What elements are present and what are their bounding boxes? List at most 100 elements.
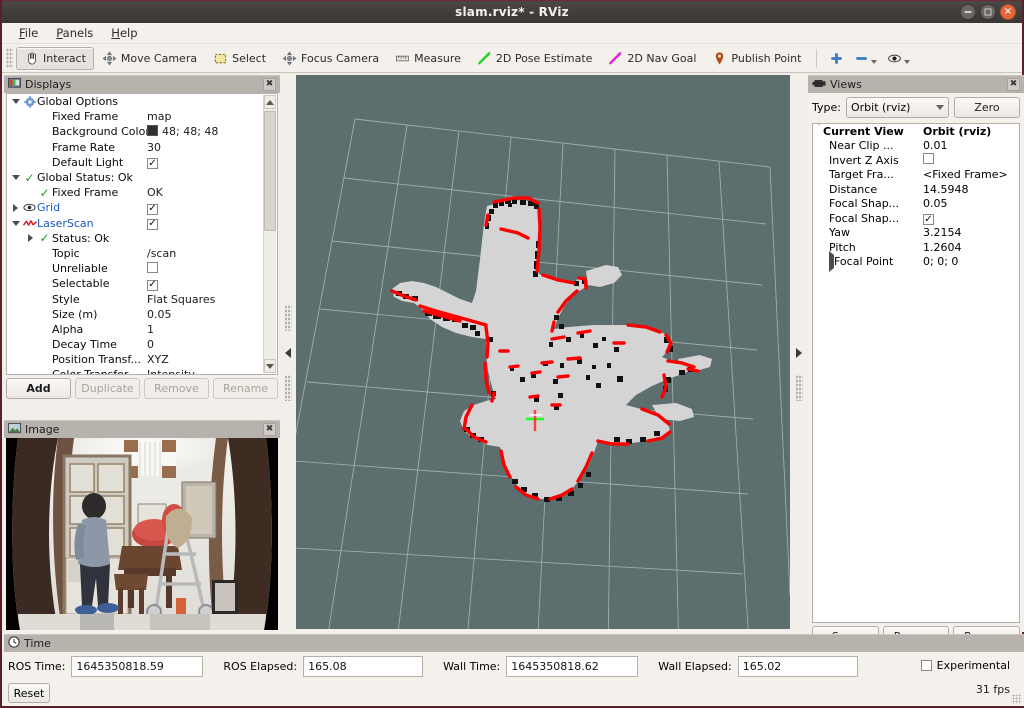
row-checkbox-checked[interactable]: ✓	[147, 280, 158, 291]
tool-focus-camera[interactable]: Focus Camera	[274, 47, 387, 70]
displays-row[interactable]: Default Light✓	[7, 155, 277, 170]
displays-row[interactable]: Decay Time0	[7, 337, 277, 352]
color-swatch[interactable]	[147, 125, 158, 136]
time-field-input[interactable]: 165.02	[738, 656, 858, 677]
displays-scroll-thumb[interactable]	[264, 111, 276, 231]
displays-row-value[interactable]: 48; 48; 48	[147, 125, 218, 138]
displays-row[interactable]: Position Transf...XYZ	[7, 352, 277, 367]
views-row-value[interactable]: 3.2154	[923, 226, 962, 239]
displays-row[interactable]: Global Options	[7, 94, 277, 109]
scroll-down-icon[interactable]	[264, 359, 276, 373]
row-checkbox-checked[interactable]: ✓	[147, 204, 158, 215]
displays-row-value[interactable]: 0.05	[147, 308, 172, 321]
row-checkbox-checked[interactable]: ✓	[923, 214, 934, 225]
row-checkbox-checked[interactable]: ✓	[147, 219, 158, 230]
displays-row-value[interactable]	[147, 262, 158, 276]
maximize-button[interactable]	[980, 4, 996, 20]
views-row-value[interactable]: 0.01	[923, 139, 948, 152]
displays-row-value[interactable]: ✓	[147, 201, 158, 215]
window-resize-grip[interactable]	[1012, 694, 1022, 704]
displays-row-value[interactable]: 0	[147, 338, 154, 351]
expander-down-icon[interactable]	[815, 125, 823, 138]
zero-button[interactable]: Zero	[954, 97, 1020, 118]
tool-properties-button[interactable]	[882, 51, 915, 66]
displays-row[interactable]: Size (m)0.05	[7, 307, 277, 322]
tool-interact[interactable]: Interact	[16, 47, 94, 70]
displays-row-value[interactable]: XYZ	[147, 353, 169, 366]
views-row[interactable]: Invert Z Axis	[813, 153, 1019, 168]
tool-2d-pose-estimate[interactable]: 2D Pose Estimate	[469, 47, 601, 70]
displays-row-value[interactable]: Flat Squares	[147, 293, 215, 306]
displays-row-value[interactable]: ✓	[147, 277, 158, 291]
right-splitter[interactable]	[792, 75, 806, 629]
row-checkbox-unchecked[interactable]	[147, 262, 158, 273]
scroll-up-icon[interactable]	[264, 95, 276, 109]
tool-measure[interactable]: Measure	[387, 47, 469, 70]
remove-tool-button[interactable]	[849, 51, 882, 66]
views-row-value[interactable]: Orbit (rviz)	[923, 125, 991, 138]
displays-row[interactable]: Topic/scan	[7, 246, 277, 261]
views-row-value[interactable]: 0; 0; 0	[923, 255, 958, 268]
tool-publish-point[interactable]: Publish Point	[704, 47, 809, 70]
expander-down-icon[interactable]	[9, 175, 22, 180]
views-row[interactable]: Near Clip ...0.01	[813, 139, 1019, 154]
displays-row-value[interactable]: ✓	[147, 156, 158, 170]
time-field-input[interactable]: 1645350818.59	[71, 656, 203, 677]
displays-row[interactable]: ✓Status: Ok	[7, 231, 277, 246]
views-close-icon[interactable]: ✖	[1007, 78, 1020, 91]
views-row[interactable]: Focal Shap...0.05	[813, 197, 1019, 212]
tool-move-camera[interactable]: Move Camera	[94, 47, 205, 70]
expander-right-icon[interactable]	[24, 234, 37, 242]
left-splitter-grip[interactable]	[285, 305, 292, 331]
tool-2d-nav-goal[interactable]: 2D Nav Goal	[600, 47, 704, 70]
minimize-button[interactable]	[960, 4, 976, 20]
views-row[interactable]: Current ViewOrbit (rviz)	[813, 124, 1019, 139]
tool-select[interactable]: Select	[205, 47, 274, 70]
close-button[interactable]: ×	[1000, 4, 1016, 20]
displays-row-value[interactable]: /scan	[147, 247, 176, 260]
view-type-combobox[interactable]: Orbit (rviz)	[846, 97, 949, 118]
displays-row[interactable]: Background Color48; 48; 48	[7, 124, 277, 139]
reset-button[interactable]: Reset	[8, 683, 50, 703]
menu-help[interactable]: Help	[102, 24, 146, 42]
row-checkbox-checked[interactable]: ✓	[147, 158, 158, 169]
displays-row[interactable]: Unreliable	[7, 261, 277, 276]
add-display-button[interactable]: Add	[6, 378, 71, 399]
displays-row[interactable]: Selectable✓	[7, 276, 277, 291]
views-row[interactable]: Yaw3.2154	[813, 226, 1019, 241]
time-field-input[interactable]: 165.08	[303, 656, 423, 677]
left-splitter-grip-2[interactable]	[285, 375, 292, 401]
time-field-input[interactable]: 1645350818.62	[506, 656, 638, 677]
remove-tool-caret-icon[interactable]	[871, 60, 877, 64]
displays-row-value[interactable]: 30	[147, 141, 161, 154]
displays-row-value[interactable]: OK	[147, 186, 163, 199]
image-close-icon[interactable]: ✖	[263, 423, 276, 436]
displays-row[interactable]: StyleFlat Squares	[7, 291, 277, 306]
displays-row-value[interactable]: Intensity	[147, 368, 195, 375]
add-tool-button[interactable]	[824, 51, 849, 66]
3d-render-view[interactable]	[296, 75, 790, 629]
displays-row-value[interactable]: 1	[147, 323, 154, 336]
menu-file[interactable]: File	[10, 24, 47, 42]
experimental-checkbox[interactable]	[921, 660, 932, 671]
views-row[interactable]: Pitch1.2604	[813, 240, 1019, 255]
displays-row[interactable]: Frame Rate30	[7, 140, 277, 155]
row-checkbox-unchecked[interactable]	[923, 153, 934, 164]
displays-row[interactable]: Alpha1	[7, 322, 277, 337]
displays-scrollbar[interactable]	[263, 95, 276, 373]
displays-row-value[interactable]: ✓	[147, 216, 158, 230]
views-row-value[interactable]	[923, 153, 934, 167]
menu-panels[interactable]: Panels	[47, 24, 102, 42]
toolbar-grip[interactable]	[6, 48, 13, 68]
views-row[interactable]: Focal Shap...✓	[813, 211, 1019, 226]
views-row-value[interactable]: ✓	[923, 212, 934, 226]
views-row-value[interactable]: 1.2604	[923, 241, 962, 254]
views-row-value[interactable]: <Fixed Frame>	[923, 168, 1008, 181]
views-row-value[interactable]: 0.05	[923, 197, 948, 210]
displays-row[interactable]: Grid✓	[7, 200, 277, 215]
collapse-left-icon[interactable]	[285, 348, 291, 358]
expander-down-icon[interactable]	[9, 99, 22, 104]
right-splitter-grip[interactable]	[796, 375, 803, 401]
expander-right-icon[interactable]	[9, 204, 22, 212]
views-row[interactable]: Distance14.5948	[813, 182, 1019, 197]
